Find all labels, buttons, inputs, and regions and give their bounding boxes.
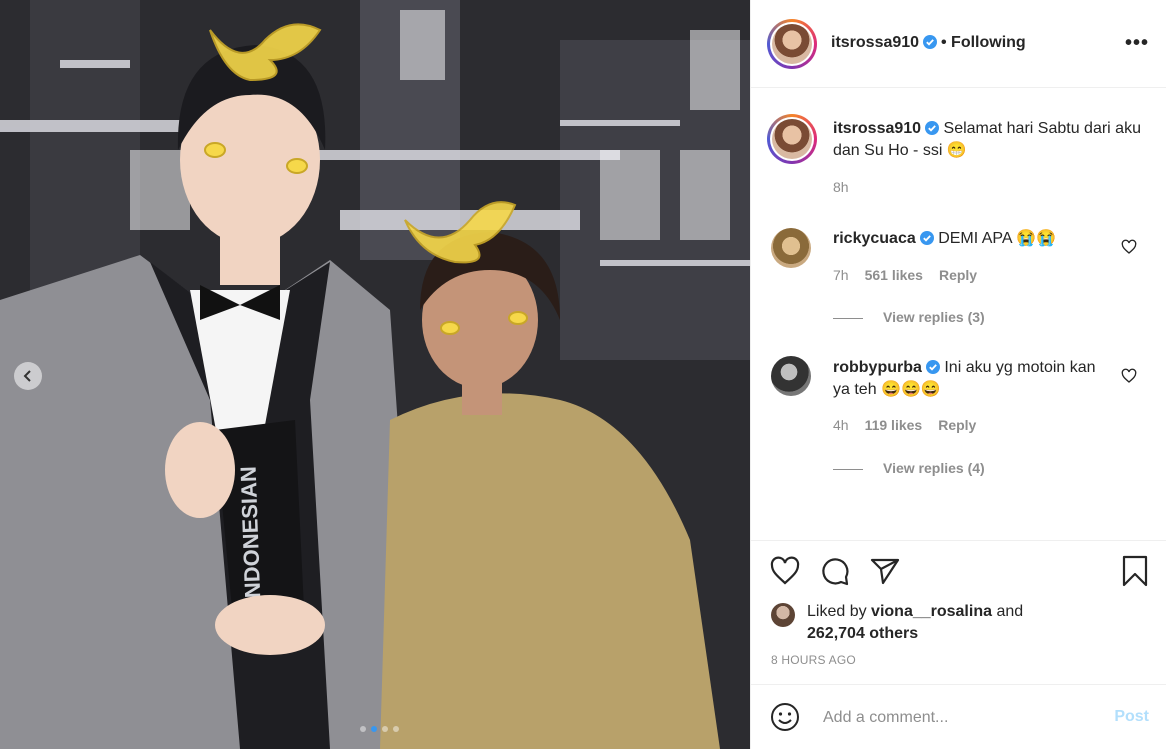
liker-avatar[interactable]	[771, 603, 795, 627]
view-replies-label[interactable]: View replies (4)	[883, 460, 985, 476]
comment-body: robbypurba Ini aku yg motoin kan ya teh …	[833, 357, 1113, 401]
commenter-username[interactable]: robbypurba	[833, 359, 922, 376]
comment-icon[interactable]	[819, 555, 851, 587]
carousel-dot	[360, 726, 366, 732]
commenter-avatar[interactable]	[771, 228, 811, 268]
liker-username[interactable]: viona__rosalina	[871, 603, 992, 620]
liked-by-connector: and	[996, 603, 1024, 620]
carousel-indicator	[360, 726, 399, 732]
paper-plane-icon[interactable]	[869, 555, 901, 587]
carousel-dot-active	[371, 726, 377, 732]
reply-button[interactable]: Reply	[939, 267, 977, 283]
comment-like-heart-icon[interactable]	[1121, 239, 1137, 255]
verified-badge-icon	[925, 121, 940, 135]
view-replies-button[interactable]: View replies (4)	[833, 460, 985, 476]
commenter-username[interactable]: rickycuaca	[833, 230, 916, 247]
chevron-left-icon	[23, 370, 31, 382]
post-timestamp[interactable]: 8 HOURS AGO	[771, 653, 856, 667]
comment-composer: Post	[751, 684, 1166, 749]
caption-author-avatar[interactable]	[767, 114, 817, 164]
add-comment-input[interactable]	[821, 703, 1095, 733]
carousel-dot	[382, 726, 388, 732]
commenter-avatar[interactable]	[771, 356, 811, 396]
caption-username[interactable]: itsrossa910	[833, 120, 921, 137]
carousel-dot	[393, 726, 399, 732]
liked-by-text: Liked by viona__rosalina and 262,704 oth…	[807, 601, 1107, 645]
likes-others-count[interactable]: 262,704 others	[807, 625, 918, 642]
verified-badge-icon	[925, 360, 940, 374]
comment-like-heart-icon[interactable]	[1121, 368, 1137, 384]
heart-icon[interactable]	[769, 555, 801, 587]
comment-timestamp[interactable]: 7h	[833, 267, 849, 283]
previous-photo-button[interactable]	[14, 362, 42, 390]
smiley-icon[interactable]	[769, 701, 801, 733]
verified-badge-icon	[919, 231, 934, 245]
view-replies-label[interactable]: View replies (3)	[883, 309, 985, 325]
photo-image: INDONESIAN	[0, 0, 750, 749]
post-photo[interactable]: INDONESIAN	[0, 0, 750, 749]
follow-status-button[interactable]: • Following	[941, 34, 1026, 52]
caption: itsrossa910 Selamat hari Sabtu dari aku …	[833, 118, 1143, 198]
post-actions: Liked by viona__rosalina and 262,704 oth…	[751, 540, 1166, 700]
verified-badge-icon	[923, 35, 938, 49]
caption-timestamp[interactable]: 8h	[833, 176, 1143, 198]
post-details-panel: itsrossa910 • Following ••• itsrossa910 …	[750, 0, 1166, 749]
author-avatar[interactable]	[767, 19, 817, 69]
svg-text:INDONESIAN: INDONESIAN	[236, 466, 266, 605]
bookmark-icon[interactable]	[1119, 555, 1151, 587]
comment-body: rickycuaca DEMI APA 😭😭	[833, 228, 1113, 250]
post-comment-button[interactable]: Post	[1114, 708, 1149, 726]
author-username-text[interactable]: itsrossa910	[831, 34, 919, 51]
comment-meta: 4h 119 likes Reply	[833, 417, 976, 433]
comments-list: itsrossa910 Selamat hari Sabtu dari aku …	[751, 88, 1166, 540]
comment-meta: 7h 561 likes Reply	[833, 267, 977, 283]
comment-likes-count[interactable]: 119 likes	[865, 417, 923, 433]
liked-by-prefix: Liked by	[807, 603, 867, 620]
reply-button[interactable]: Reply	[938, 417, 976, 433]
post-header: itsrossa910 • Following •••	[751, 0, 1166, 88]
comment-text: DEMI APA 😭😭	[938, 230, 1056, 247]
more-options-button[interactable]: •••	[1125, 32, 1149, 55]
author-username[interactable]: itsrossa910	[831, 34, 938, 52]
comment-timestamp[interactable]: 4h	[833, 417, 849, 433]
view-replies-button[interactable]: View replies (3)	[833, 309, 985, 325]
comment-likes-count[interactable]: 561 likes	[865, 267, 923, 283]
